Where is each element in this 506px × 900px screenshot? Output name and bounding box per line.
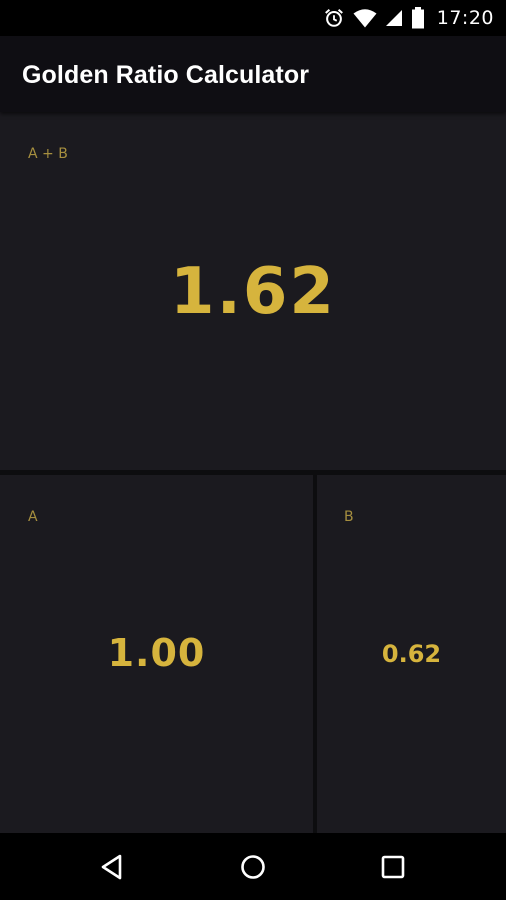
sum-value[interactable]: 1.62: [0, 254, 506, 330]
b-label: B: [344, 509, 354, 525]
sum-label: A + B: [28, 146, 68, 162]
back-icon[interactable]: [98, 852, 128, 882]
sum-panel[interactable]: A + B 1.62: [0, 112, 506, 470]
wifi-icon: [353, 9, 377, 28]
signal-icon: [385, 10, 402, 26]
battery-icon: [411, 7, 424, 29]
navigation-bar: [0, 833, 506, 900]
b-value[interactable]: 0.62: [317, 639, 506, 669]
status-icons: 17:20: [323, 0, 494, 36]
status-bar: 17:20: [0, 0, 506, 36]
calculator-content: A + B 1.62 A 1.00 B 0.62: [0, 112, 506, 833]
a-label: A: [28, 509, 38, 525]
app-title: Golden Ratio Calculator: [22, 61, 310, 89]
recents-icon[interactable]: [378, 852, 408, 882]
a-value[interactable]: 1.00: [0, 629, 313, 677]
alarm-icon: [324, 8, 343, 27]
b-panel[interactable]: B 0.62: [317, 475, 506, 833]
status-time: 17:20: [436, 7, 494, 29]
app-bar: Golden Ratio Calculator: [0, 36, 506, 112]
a-panel[interactable]: A 1.00: [0, 475, 313, 833]
home-icon[interactable]: [238, 852, 268, 882]
